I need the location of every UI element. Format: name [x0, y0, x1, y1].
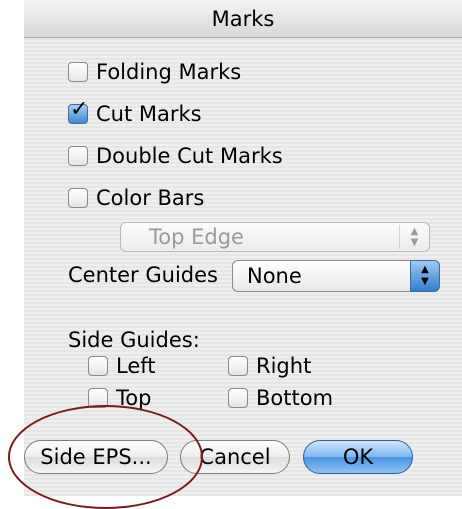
side-guide-right-label: Right	[256, 354, 312, 378]
color-bars-label: Color Bars	[96, 186, 205, 210]
side-eps-button[interactable]: Side EPS...	[24, 440, 168, 474]
checkmark-icon: ✓	[70, 97, 89, 122]
checkbox-box[interactable]	[228, 356, 248, 376]
ok-button[interactable]: OK	[303, 440, 413, 474]
side-guide-right-checkbox[interactable]: Right	[228, 354, 311, 378]
side-guide-bottom-label: Bottom	[256, 386, 334, 410]
double-cut-marks-label: Double Cut Marks	[96, 144, 283, 168]
color-bars-checkbox[interactable]: Color Bars	[68, 186, 204, 210]
center-guides-popup[interactable]: None ▲ ▼	[232, 260, 440, 292]
checkbox-box[interactable]: ✓	[68, 99, 88, 124]
checkbox-box[interactable]	[68, 146, 88, 166]
up-down-arrows-icon: ▲ ▼	[410, 260, 440, 292]
side-guide-top-label: Top	[116, 386, 152, 410]
center-guides-label: Center Guides	[68, 263, 218, 287]
cut-marks-checkbox[interactable]: ✓ Cut Marks	[68, 99, 202, 126]
folding-marks-label: Folding Marks	[96, 60, 242, 84]
folding-marks-checkbox[interactable]: Folding Marks	[68, 60, 241, 84]
up-down-arrows-icon: ▲ ▼	[399, 225, 429, 249]
side-guide-bottom-checkbox[interactable]: Bottom	[228, 386, 333, 410]
checkbox-box[interactable]	[88, 388, 108, 408]
checkbox-box[interactable]	[68, 188, 88, 208]
cancel-button[interactable]: Cancel	[180, 440, 290, 474]
dialog-title: Marks	[24, 0, 462, 38]
marks-dialog: Marks Folding Marks ✓ Cut Marks Double C…	[24, 0, 462, 496]
checkbox-box[interactable]	[68, 62, 88, 82]
cut-marks-label: Cut Marks	[96, 102, 202, 126]
checkbox-box[interactable]	[88, 356, 108, 376]
color-bars-position-popup[interactable]: Top Edge ▲ ▼	[120, 222, 430, 252]
side-guide-left-checkbox[interactable]: Left	[88, 354, 156, 378]
side-guides-label: Side Guides:	[68, 328, 200, 352]
double-cut-marks-checkbox[interactable]: Double Cut Marks	[68, 144, 283, 168]
center-guides-value: None	[247, 264, 302, 288]
side-guide-left-label: Left	[116, 354, 156, 378]
side-guide-top-checkbox[interactable]: Top	[88, 386, 151, 410]
color-bars-position-value: Top Edge	[149, 225, 244, 249]
checkbox-box[interactable]	[228, 388, 248, 408]
